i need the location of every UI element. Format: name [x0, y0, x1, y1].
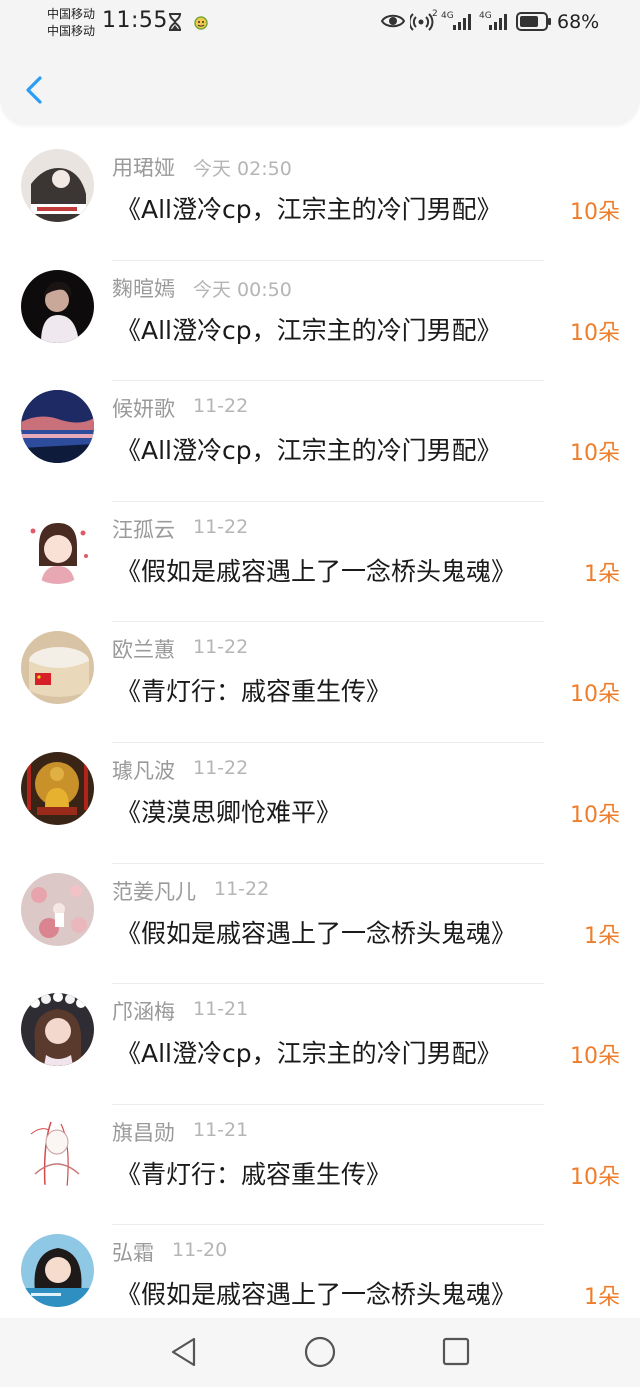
list-item[interactable]: 欧兰蕙 11-22 《青灯行：戚容重生传》 10朵	[0, 622, 640, 743]
avatar[interactable]	[21, 631, 94, 705]
sender-name: 汪孤云	[112, 517, 175, 542]
flower-count: 10朵	[570, 320, 620, 346]
list-item[interactable]: 璩凡波 11-22 《漠漠思卿怆难平》 10朵	[0, 743, 640, 864]
flower-count: 1朵	[584, 561, 620, 587]
avatar[interactable]	[21, 1113, 94, 1187]
avatar[interactable]	[21, 390, 94, 464]
flower-count: 10朵	[570, 682, 620, 708]
book-title: 《漠漠思卿怆难平》	[116, 797, 342, 827]
list-item[interactable]: 旗昌勋 11-21 《青灯行：戚容重生传》 10朵	[0, 1105, 640, 1226]
flower-count: 10朵	[570, 441, 620, 467]
sender-name: 璩凡波	[112, 758, 175, 783]
timestamp: 11-22	[193, 636, 249, 659]
timestamp: 11-22	[193, 395, 249, 418]
book-title: 《All澄冷cp，江宗主的冷门男配》	[116, 315, 502, 345]
list-item[interactable]: 候妍歌 11-22 《All澄冷cp，江宗主的冷门男配》 10朵	[0, 381, 640, 502]
carrier-info: 中国移动 中国移动	[47, 6, 95, 40]
signal-icon	[453, 14, 471, 30]
carrier-2: 中国移动	[47, 24, 96, 38]
avatar[interactable]	[21, 269, 94, 343]
sender-name: 范姜凡儿	[112, 879, 196, 904]
timestamp: 11-20	[172, 1239, 228, 1262]
battery-percent: 68%	[557, 11, 600, 33]
header-bar	[0, 52, 640, 125]
signal-icon	[489, 14, 507, 30]
recents-square-icon[interactable]	[440, 1335, 472, 1369]
sender-name: 欧兰蕙	[112, 638, 175, 663]
timestamp: 11-22	[193, 756, 249, 779]
list-item[interactable]: 汪孤云 11-22 《假如是戚容遇上了一念桥头鬼魂》 1朵	[0, 502, 640, 623]
avatar[interactable]	[21, 510, 94, 584]
flower-count: 10朵	[570, 802, 620, 828]
timestamp: 11-22	[214, 877, 270, 900]
home-circle-icon[interactable]	[303, 1335, 337, 1369]
sender-name: 旗昌勋	[112, 1120, 175, 1145]
carrier-1: 中国移动	[47, 7, 96, 21]
book-title: 《假如是戚容遇上了一念桥头鬼魂》	[116, 1280, 517, 1310]
flower-count: 10朵	[570, 1164, 620, 1190]
book-title: 《All澄冷cp，江宗主的冷门男配》	[116, 1039, 502, 1069]
timestamp: 11-21	[193, 1118, 249, 1141]
battery-icon	[516, 12, 551, 31]
list-item[interactable]: 邝涵梅 11-21 《All澄冷cp，江宗主的冷门男配》 10朵	[0, 984, 640, 1105]
book-title: 《青灯行：戚容重生传》	[116, 1159, 392, 1189]
back-triangle-icon[interactable]	[168, 1335, 200, 1369]
timestamp: 11-22	[193, 515, 249, 538]
sim-number: 2	[432, 9, 438, 19]
sender-name: 弘霜	[112, 1241, 154, 1266]
timestamp: 今天 02:50	[193, 158, 292, 180]
avatar[interactable]	[21, 149, 94, 222]
flower-count: 1朵	[584, 923, 620, 949]
sender-name: 用珺娅	[112, 156, 175, 180]
emoji-icon	[194, 16, 208, 30]
sender-name: 候妍歌	[112, 397, 175, 422]
hotspot-icon	[410, 13, 434, 31]
timestamp: 11-21	[193, 998, 249, 1021]
timestamp: 今天 00:50	[193, 278, 292, 301]
avatar[interactable]	[21, 751, 94, 825]
list-item[interactable]: 范姜凡儿 11-22 《假如是戚容遇上了一念桥头鬼魂》 1朵	[0, 864, 640, 985]
book-title: 《All澄冷cp，江宗主的冷门男配》	[116, 436, 502, 466]
chevron-left-icon	[26, 76, 42, 104]
status-bar: 中国移动 中国移动 11:55 2 4G 4G 68%	[0, 0, 640, 52]
book-title: 《假如是戚容遇上了一念桥头鬼魂》	[116, 556, 517, 586]
list-item[interactable]: 用珺娅 今天 02:50 《All澄冷cp，江宗主的冷门男配》 10朵	[0, 140, 640, 261]
flower-count: 10朵	[570, 200, 620, 225]
book-title: 《All澄冷cp，江宗主的冷门男配》	[116, 195, 502, 224]
sender-name: 邝涵梅	[112, 1000, 175, 1025]
flower-count: 1朵	[584, 1285, 620, 1311]
book-title: 《假如是戚容遇上了一念桥头鬼魂》	[116, 918, 517, 948]
eye-icon	[381, 14, 405, 28]
hourglass-icon	[169, 13, 181, 31]
system-navigation-bar	[0, 1318, 640, 1387]
book-title: 《青灯行：戚容重生传》	[116, 677, 392, 707]
gift-record-list: 用珺娅 今天 02:50 《All澄冷cp，江宗主的冷门男配》 10朵 麴暄嫣 今天 00…	[0, 140, 640, 1346]
avatar[interactable]	[21, 872, 94, 946]
sender-name: 麴暄嫣	[112, 276, 175, 301]
back-button[interactable]	[18, 70, 52, 110]
list-item[interactable]: 麴暄嫣 今天 00:50 《All澄冷cp，江宗主的冷门男配》 10朵	[0, 261, 640, 382]
status-time: 11:55	[102, 8, 168, 33]
avatar[interactable]	[21, 1234, 94, 1308]
flower-count: 10朵	[570, 1044, 620, 1070]
avatar[interactable]	[21, 993, 94, 1067]
